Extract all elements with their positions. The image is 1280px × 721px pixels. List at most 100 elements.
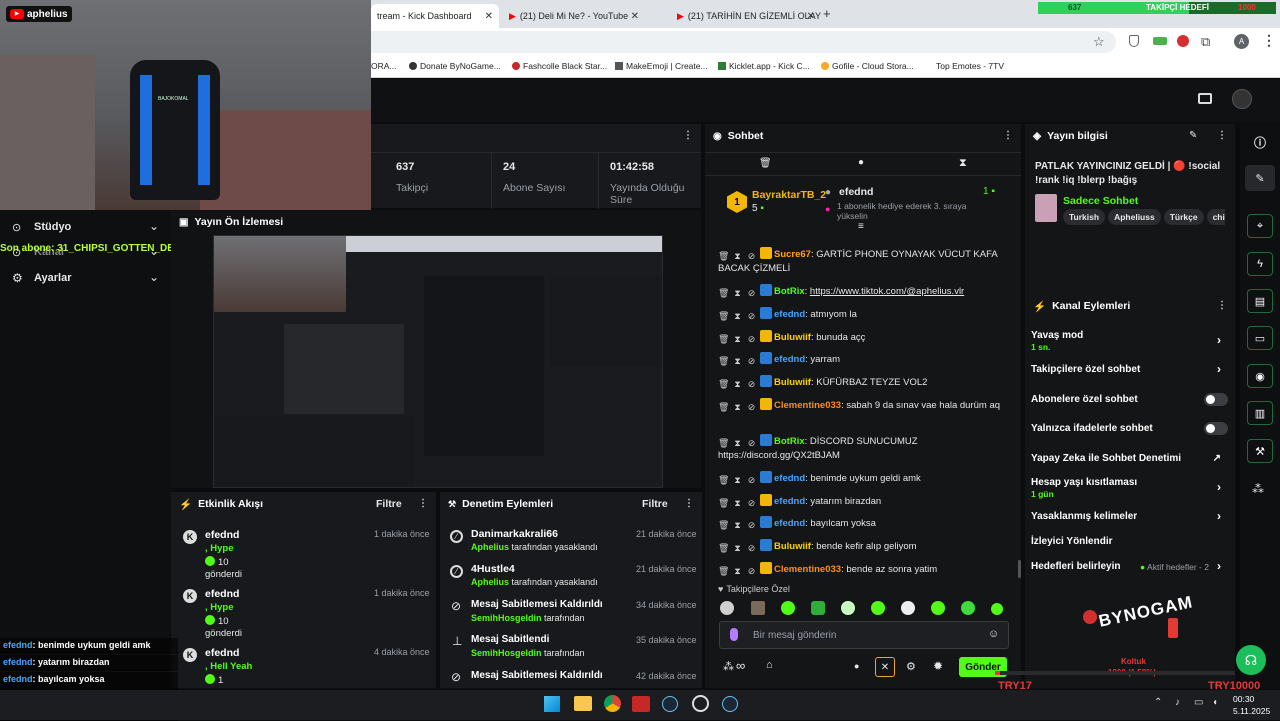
chat-username[interactable]: BotRix — [774, 286, 805, 297]
timeout-icon[interactable]: ⧗ — [732, 251, 743, 262]
chat-username[interactable]: Clementine033 — [774, 400, 841, 411]
bookmark[interactable]: Top Emotes - 7TV — [936, 61, 1004, 71]
chat-username[interactable]: Clementine033 — [774, 564, 841, 575]
chat-username[interactable]: BotRix — [774, 436, 805, 447]
more-icon[interactable]: ⋮ — [684, 498, 694, 509]
microphone-icon[interactable] — [730, 628, 738, 641]
timeout-icon[interactable]: ⧗ — [732, 438, 743, 449]
tray-chevron-icon[interactable]: ⌃ — [1154, 697, 1162, 708]
action-goals[interactable]: Hedefleri belirleyin ● Aktif hedefler - … — [1031, 559, 1221, 573]
collapse-icon[interactable]: ≡ — [858, 221, 864, 232]
chat-bubble-icon[interactable]: ● — [854, 661, 859, 671]
edit-icon[interactable]: ✎ — [1245, 165, 1275, 191]
close-icon[interactable]: ✕ — [807, 11, 815, 22]
creator-mode-icon[interactable] — [1198, 93, 1212, 104]
ban-icon[interactable]: ⊘ — [746, 311, 757, 322]
chrome-icon[interactable] — [604, 695, 621, 712]
app-icon[interactable] — [632, 696, 650, 712]
tab-youtube-2[interactable]: ▶ (21) TARİHİN EN GİZEMLİ OLAY ✕ — [671, 4, 821, 28]
delete-icon[interactable]: 🗑 — [718, 288, 729, 299]
tab-kick-dashboard[interactable]: tream - Kick Dashboard ✕ — [371, 4, 499, 28]
chat-username[interactable]: efednd — [774, 518, 805, 529]
network-icon[interactable]: ▭ — [1194, 697, 1203, 708]
tag[interactable]: Turkish — [1063, 209, 1106, 225]
broadcast-icon[interactable]: ◉ — [1247, 364, 1273, 388]
tag[interactable]: chip — [1206, 209, 1225, 225]
new-tab-button[interactable]: + — [823, 6, 831, 21]
ban-icon[interactable]: ⊘ — [746, 566, 757, 577]
chat-icon[interactable]: ● — [858, 157, 864, 168]
action-banned-words[interactable]: Yasaklanmış kelimeler › — [1031, 509, 1221, 523]
info-icon[interactable]: ⓘ — [1254, 134, 1266, 151]
tag[interactable]: Apheliuss — [1108, 209, 1161, 225]
emote[interactable] — [720, 601, 734, 615]
timeout-icon[interactable]: ⧗ — [732, 311, 743, 322]
bookmark-star-icon[interactable]: ☆ — [1093, 34, 1105, 50]
edit-icon[interactable]: ✎ — [1189, 130, 1197, 141]
clock-time[interactable]: 00:30 — [1233, 694, 1254, 704]
timeout-icon[interactable]: ⧗ — [732, 543, 743, 554]
emote[interactable] — [901, 601, 915, 615]
chat-text[interactable]: https://www.tiktok.com/@aphelius.vlr — [810, 286, 964, 297]
clock-date[interactable]: 5.11.2025 — [1233, 706, 1270, 716]
gear-icon[interactable]: ⚙ — [906, 660, 916, 673]
delete-icon[interactable]: 🗑 — [718, 498, 729, 509]
timeout-icon[interactable]: ⧗ — [732, 520, 743, 531]
emote-only-toggle[interactable] — [1204, 422, 1228, 435]
delete-icon[interactable]: 🗑 — [718, 311, 729, 322]
action-ai-moderation[interactable]: Yapay Zeka ile Sohbet Denetimi ↗ — [1031, 453, 1221, 464]
tab-youtube-1[interactable]: ▶ (21) Deli Mi Ne? - YouTube ✕ — [503, 4, 645, 28]
emote[interactable] — [841, 601, 855, 615]
ban-icon[interactable]: ⊘ — [746, 288, 757, 299]
steam-icon[interactable] — [722, 696, 738, 712]
delete-icon[interactable]: 🗑 — [718, 543, 729, 554]
delete-icon[interactable]: 🗑 — [718, 251, 729, 262]
emoji-icon[interactable]: ☺ — [988, 628, 999, 640]
menu-item-studio[interactable]: ⊙ Stüdyo ⌄ — [12, 216, 167, 238]
layout-icon[interactable]: ▥ — [1247, 401, 1273, 425]
more-icon[interactable]: ⋮ — [1217, 300, 1227, 311]
delete-icon[interactable]: 🗑 — [718, 438, 729, 449]
action-subscribers-only[interactable]: Abonelere özel sohbet — [1031, 394, 1221, 405]
category-name[interactable]: Sadece Sohbet — [1063, 195, 1138, 207]
emote[interactable] — [871, 601, 885, 615]
timeout-icon[interactable]: ⧗ — [732, 379, 743, 390]
more-icon[interactable]: ⋮ — [1217, 130, 1227, 141]
filter-button[interactable]: Filtre — [642, 498, 668, 510]
ban-icon[interactable]: ⊘ — [746, 520, 757, 531]
filter-button[interactable]: Filtre — [376, 498, 402, 510]
bookmark[interactable]: Donate ByNoGame... — [409, 61, 501, 71]
user-avatar[interactable] — [1232, 89, 1252, 109]
emote[interactable] — [751, 601, 765, 615]
emote[interactable] — [811, 601, 825, 615]
emote[interactable] — [961, 601, 975, 615]
chat-icon[interactable]: ▭ — [1247, 326, 1273, 350]
hourglass-icon[interactable]: ⧗ — [959, 157, 967, 170]
chat-username[interactable]: Buluwiif — [774, 377, 811, 388]
browser-menu-icon[interactable]: ⋮ — [1262, 32, 1276, 49]
timeout-icon[interactable]: ⧗ — [732, 566, 743, 577]
obs-icon[interactable] — [692, 695, 709, 712]
chat-username[interactable]: efednd — [774, 309, 805, 320]
windows-start-icon[interactable] — [544, 696, 560, 712]
timeout-icon[interactable]: ⧗ — [732, 334, 743, 345]
file-explorer-icon[interactable] — [574, 696, 592, 711]
emote[interactable] — [991, 603, 1003, 615]
delete-icon[interactable]: 🗑 — [718, 379, 729, 390]
chat-username[interactable]: efednd — [774, 354, 805, 365]
bookmark[interactable]: MakeEmoji | Create... — [615, 61, 708, 71]
stream-preview[interactable] — [213, 235, 663, 488]
bookmark[interactable]: Gofile - Cloud Stora... — [821, 61, 914, 71]
shield-icon[interactable] — [1129, 35, 1139, 47]
tag[interactable]: Türkçe — [1163, 209, 1204, 225]
ban-icon[interactable]: ⊘ — [746, 543, 757, 554]
close-icon[interactable]: ✕ — [485, 11, 493, 22]
emote[interactable] — [781, 601, 795, 615]
battery-extension-icon[interactable] — [1153, 37, 1167, 45]
delete-icon[interactable]: 🗑 — [718, 334, 729, 345]
ban-icon[interactable]: ⊘ — [746, 402, 757, 413]
ban-icon[interactable]: ⊘ — [746, 251, 757, 262]
action-followers-only[interactable]: Takipçilere özel sohbet › — [1031, 362, 1221, 376]
timeout-icon[interactable]: ⧗ — [732, 402, 743, 413]
points-icon[interactable]: ⁂ — [723, 660, 734, 673]
